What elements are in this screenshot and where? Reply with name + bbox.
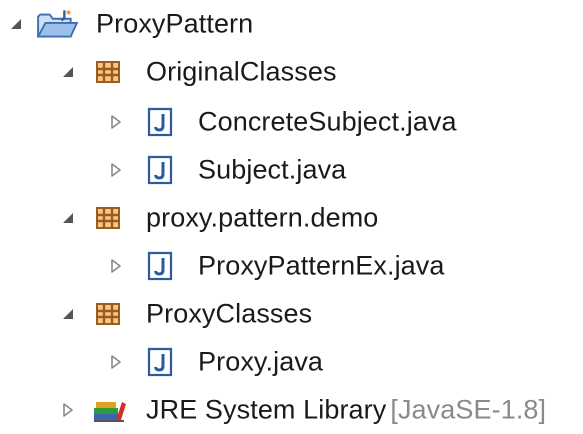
package-label: proxy.pattern.demo	[146, 202, 379, 233]
package-label: OriginalClasses	[146, 56, 337, 87]
package-label: ProxyClasses	[146, 298, 313, 329]
package-icon	[94, 204, 122, 232]
package-explorer-tree: ProxyPattern OriginalClasses ConcreteSub…	[0, 0, 583, 429]
java-file-label: Subject.java	[198, 154, 347, 185]
java-file-icon	[146, 107, 174, 137]
expanded-arrow-icon[interactable]	[60, 306, 76, 322]
library-label-group: JRE System Library [JavaSE-1.8]	[146, 395, 546, 426]
collapsed-arrow-icon[interactable]	[108, 114, 124, 130]
java-file-icon	[146, 251, 174, 281]
library-label: JRE System Library	[146, 394, 387, 425]
library-qualifier: [JavaSE-1.8]	[390, 394, 547, 425]
java-file-label: ProxyPatternEx.java	[198, 250, 445, 281]
java-file-icon	[146, 155, 174, 185]
java-file-label: Proxy.java	[198, 346, 324, 377]
project-label: ProxyPattern	[96, 8, 254, 39]
expanded-arrow-icon[interactable]	[60, 210, 76, 226]
expanded-arrow-icon[interactable]	[8, 16, 24, 32]
collapsed-arrow-icon[interactable]	[60, 402, 76, 418]
collapsed-arrow-icon[interactable]	[108, 162, 124, 178]
java-project-icon	[36, 8, 78, 40]
library-icon	[92, 396, 128, 424]
java-file-label: ConcreteSubject.java	[198, 106, 457, 137]
collapsed-arrow-icon[interactable]	[108, 354, 124, 370]
package-icon	[94, 58, 122, 86]
package-icon	[94, 300, 122, 328]
expanded-arrow-icon[interactable]	[60, 64, 76, 80]
collapsed-arrow-icon[interactable]	[108, 258, 124, 274]
java-file-icon	[146, 347, 174, 377]
